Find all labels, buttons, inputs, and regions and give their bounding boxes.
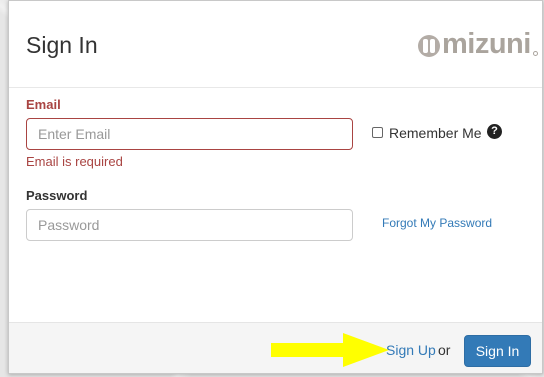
dialog-header: Sign In mizuni — [9, 1, 542, 87]
email-error-message: Email is required — [26, 154, 123, 169]
logo-registered-icon — [533, 51, 538, 56]
sign-up-link[interactable]: Sign Up — [386, 342, 436, 358]
arrow-right-icon — [271, 333, 389, 367]
password-label: Password — [26, 188, 88, 203]
email-label: Email — [26, 97, 61, 112]
dialog-footer: Sign Up or Sign In — [9, 322, 542, 373]
email-input[interactable] — [26, 118, 353, 150]
logo-text: mizuni — [442, 28, 531, 60]
header-divider — [9, 87, 542, 88]
password-input[interactable] — [26, 209, 353, 241]
question-help-icon[interactable]: ? — [487, 124, 502, 139]
mizuni-logo: mizuni — [418, 28, 538, 60]
sign-in-button[interactable]: Sign In — [464, 335, 531, 367]
logo-mark-icon — [418, 35, 440, 57]
sign-in-dialog: Sign In mizuni Email Email is required R… — [8, 0, 543, 374]
or-text: or — [438, 342, 451, 358]
dialog-title: Sign In — [26, 32, 98, 58]
forgot-password-link[interactable]: Forgot My Password — [382, 216, 492, 230]
remember-me-checkbox[interactable] — [372, 127, 383, 138]
remember-me-label[interactable]: Remember Me — [389, 125, 482, 141]
